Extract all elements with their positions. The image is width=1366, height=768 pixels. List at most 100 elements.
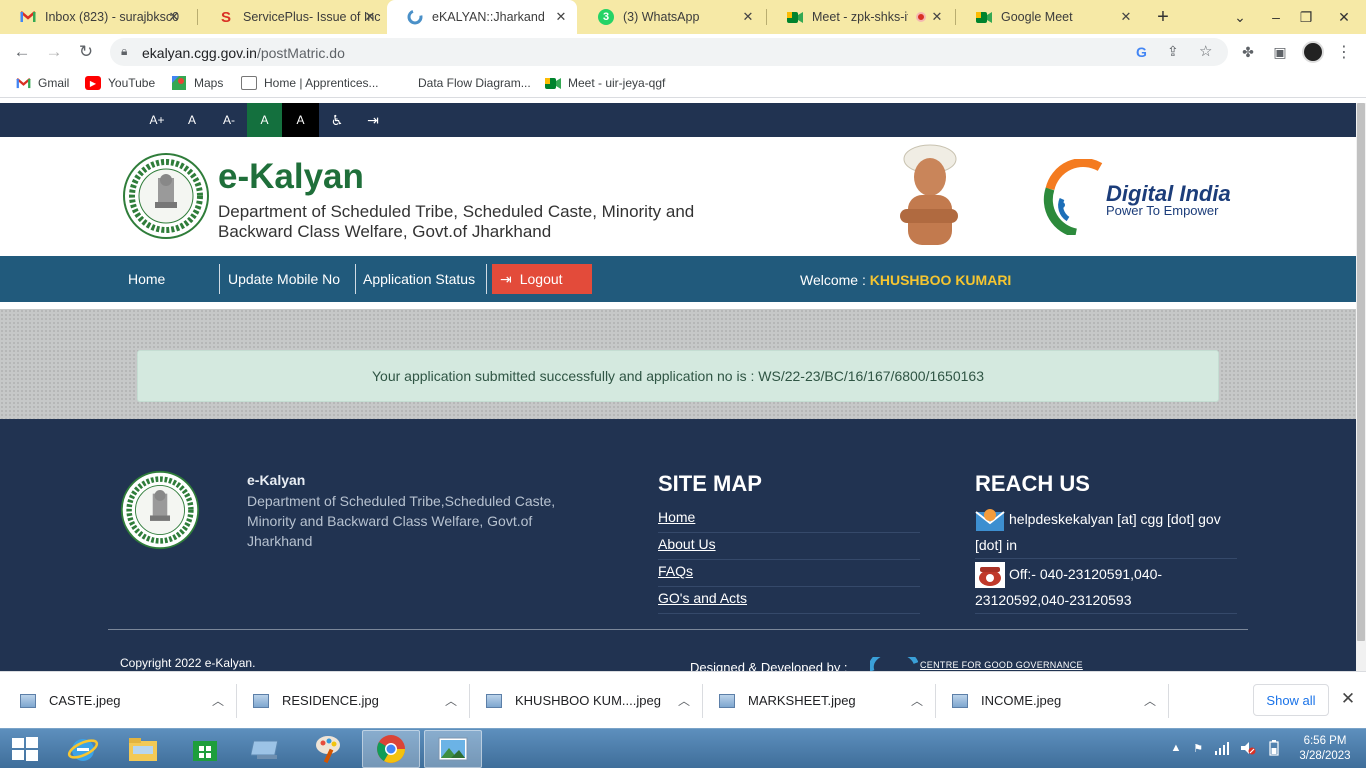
address-bar[interactable]: 🔒︎ ekalyan.cgg.gov.in/postMatric.do G ⇪ … bbox=[110, 38, 1228, 66]
green-theme-button[interactable]: A bbox=[247, 103, 282, 137]
dark-theme-button[interactable]: A bbox=[282, 103, 319, 137]
tab-serviceplus[interactable]: S ServicePlus- Issue of Inc ✕ bbox=[198, 0, 386, 34]
tab-search-chevron-icon[interactable]: ⌄ bbox=[1222, 0, 1258, 34]
bookmark-meet[interactable]: Meet - uir-jeya-qgf bbox=[545, 76, 665, 90]
back-button[interactable]: ← bbox=[9, 39, 35, 65]
download-item[interactable]: RESIDENCE.jpg ︿ bbox=[233, 672, 466, 729]
email-icon bbox=[975, 507, 1005, 533]
store-icon[interactable] bbox=[177, 730, 233, 768]
font-increase-button[interactable]: A+ bbox=[139, 103, 175, 137]
network-drive-icon[interactable] bbox=[239, 730, 295, 768]
bookmark-star-icon[interactable]: ☆ bbox=[1199, 42, 1212, 60]
maps-icon bbox=[171, 76, 187, 90]
bookmark-data-flow-diagram[interactable]: Data Flow Diagram... bbox=[418, 76, 531, 90]
close-tab-icon[interactable]: ✕ bbox=[166, 9, 182, 25]
download-item[interactable]: CASTE.jpeg ︿ bbox=[0, 672, 233, 729]
gmail-icon bbox=[15, 76, 31, 90]
tab-ekalyan[interactable]: eKALYAN::Jharkand ✕ bbox=[387, 0, 577, 34]
restore-button[interactable]: ❐ bbox=[1288, 0, 1324, 34]
close-tab-icon[interactable]: ✕ bbox=[740, 9, 756, 25]
download-item[interactable]: KHUSHBOO KUM....jpeg ︿ bbox=[466, 672, 699, 729]
page-scrollbar[interactable] bbox=[1356, 103, 1366, 671]
footer-description: Department of Scheduled Tribe,Scheduled … bbox=[247, 493, 556, 549]
bookmark-apprentices[interactable]: Home | Apprentices... bbox=[241, 76, 379, 90]
close-tab-icon[interactable]: ✕ bbox=[929, 9, 945, 25]
chevron-up-icon[interactable]: ︿ bbox=[669, 692, 699, 709]
clock-time: 6:56 PM bbox=[1303, 735, 1347, 747]
download-item[interactable]: MARKSHEET.jpeg ︿ bbox=[699, 672, 932, 729]
image-file-icon bbox=[20, 693, 36, 708]
file-explorer-icon[interactable] bbox=[115, 730, 171, 768]
download-item[interactable]: INCOME.jpeg ︿ bbox=[932, 672, 1165, 729]
sitemap-link-gos[interactable]: GO's and Acts bbox=[658, 587, 920, 614]
close-window-button[interactable]: ✕ bbox=[1326, 0, 1362, 34]
bookmark-youtube[interactable]: ▶ YouTube bbox=[85, 76, 155, 90]
profile-avatar[interactable] bbox=[1302, 41, 1324, 63]
tab-meet-zpk[interactable]: Meet - zpk-shks-ifr ✕ bbox=[767, 0, 953, 34]
birsa-munda-portrait bbox=[888, 141, 970, 245]
google-translate-icon[interactable]: G bbox=[1136, 44, 1147, 60]
extensions-icon[interactable]: ✤ bbox=[1238, 42, 1258, 62]
tab-google-meet[interactable]: Google Meet ✕ bbox=[956, 0, 1142, 34]
lock-icon[interactable]: 🔒︎ bbox=[121, 44, 127, 59]
chevron-up-icon[interactable]: ︿ bbox=[902, 692, 932, 709]
tab-gmail[interactable]: Inbox (823) - surajbksc0 ✕ bbox=[0, 0, 190, 34]
forward-button[interactable]: → bbox=[41, 39, 67, 65]
volume-muted-icon[interactable] bbox=[1240, 740, 1256, 756]
battery-icon[interactable] bbox=[1266, 740, 1282, 756]
menu-icon[interactable]: ⋮ bbox=[1334, 42, 1354, 62]
network-signal-icon[interactable] bbox=[1214, 740, 1230, 756]
internet-explorer-icon[interactable] bbox=[55, 730, 111, 768]
image-file-icon bbox=[253, 693, 269, 708]
reload-button[interactable]: ↻ bbox=[73, 39, 99, 65]
font-decrease-button[interactable]: A- bbox=[211, 103, 247, 137]
sitemap-link-home[interactable]: Home bbox=[658, 506, 920, 533]
nav-application-status[interactable]: Application Status bbox=[363, 264, 475, 294]
sign-out-icon: ⇥ bbox=[500, 270, 512, 287]
logout-button[interactable]: ⇥ Logout bbox=[492, 264, 592, 294]
show-all-downloads-button[interactable]: Show all bbox=[1253, 684, 1329, 716]
designed-by-text: Designed & Developed by : bbox=[690, 660, 848, 671]
contact-email: helpdeskekalyan [at] cgg [dot] gov [dot]… bbox=[975, 507, 1237, 559]
paint-icon[interactable] bbox=[301, 730, 357, 768]
close-tab-icon[interactable]: ✕ bbox=[1118, 9, 1134, 25]
nav-home[interactable]: Home bbox=[128, 264, 165, 294]
close-tab-icon[interactable]: ✕ bbox=[362, 9, 378, 25]
chrome-taskbar-icon[interactable] bbox=[362, 730, 420, 768]
nav-divider bbox=[486, 264, 487, 294]
sitemap-link-about[interactable]: About Us bbox=[658, 533, 920, 560]
font-reset-button[interactable]: A bbox=[174, 103, 210, 137]
chevron-up-icon[interactable]: ︿ bbox=[1135, 692, 1165, 709]
tab-whatsapp[interactable]: 3 (3) WhatsApp ✕ bbox=[578, 0, 764, 34]
youtube-icon: ▶ bbox=[85, 76, 101, 90]
welcome-message: Welcome : KHUSHBOO KUMARI bbox=[800, 272, 1012, 288]
digital-india-tagline: Power To Empower bbox=[1106, 203, 1219, 218]
action-center-flag-icon[interactable]: ⚑ bbox=[1190, 740, 1206, 756]
show-hidden-icons-icon[interactable]: ▲ bbox=[1168, 740, 1184, 756]
chevron-up-icon[interactable]: ︿ bbox=[203, 692, 233, 709]
bookmark-gmail[interactable]: Gmail bbox=[15, 76, 69, 90]
cgg-logo-icon bbox=[868, 648, 919, 671]
nav-update-mobile[interactable]: Update Mobile No bbox=[228, 264, 340, 294]
bookmark-maps[interactable]: Maps bbox=[171, 76, 223, 90]
site-footer: e-Kalyan Department of Scheduled Tribe,S… bbox=[0, 419, 1356, 671]
new-tab-button[interactable]: + bbox=[1145, 0, 1181, 34]
close-tab-icon[interactable]: ✕ bbox=[553, 9, 569, 25]
start-button[interactable] bbox=[0, 730, 50, 768]
system-clock[interactable]: 6:56 PM 3/28/2023 bbox=[1290, 734, 1360, 764]
side-panel-icon[interactable]: ▣ bbox=[1270, 42, 1290, 62]
close-shelf-icon[interactable]: ✕ bbox=[1338, 689, 1358, 709]
reach-us-heading: REACH US bbox=[975, 471, 1090, 496]
photos-app-icon[interactable] bbox=[424, 730, 482, 768]
sitemap-link-faqs[interactable]: FAQs bbox=[658, 560, 920, 587]
login-icon[interactable]: ⇥ bbox=[355, 103, 391, 137]
chevron-up-icon[interactable]: ︿ bbox=[436, 692, 466, 709]
logged-in-user: KHUSHBOO KUMARI bbox=[869, 272, 1012, 288]
serviceplus-icon: S bbox=[220, 8, 231, 26]
accessibility-icon[interactable]: ♿︎ bbox=[319, 103, 355, 137]
cgg-link[interactable]: CENTRE FOR GOOD GOVERNANCE bbox=[920, 660, 1083, 670]
scrollbar-thumb[interactable] bbox=[1357, 103, 1365, 641]
share-icon[interactable]: ⇪ bbox=[1167, 43, 1179, 60]
gmail-icon bbox=[20, 9, 36, 25]
tab-strip: Inbox (823) - surajbksc0 ✕ S ServicePlus… bbox=[0, 0, 1366, 34]
